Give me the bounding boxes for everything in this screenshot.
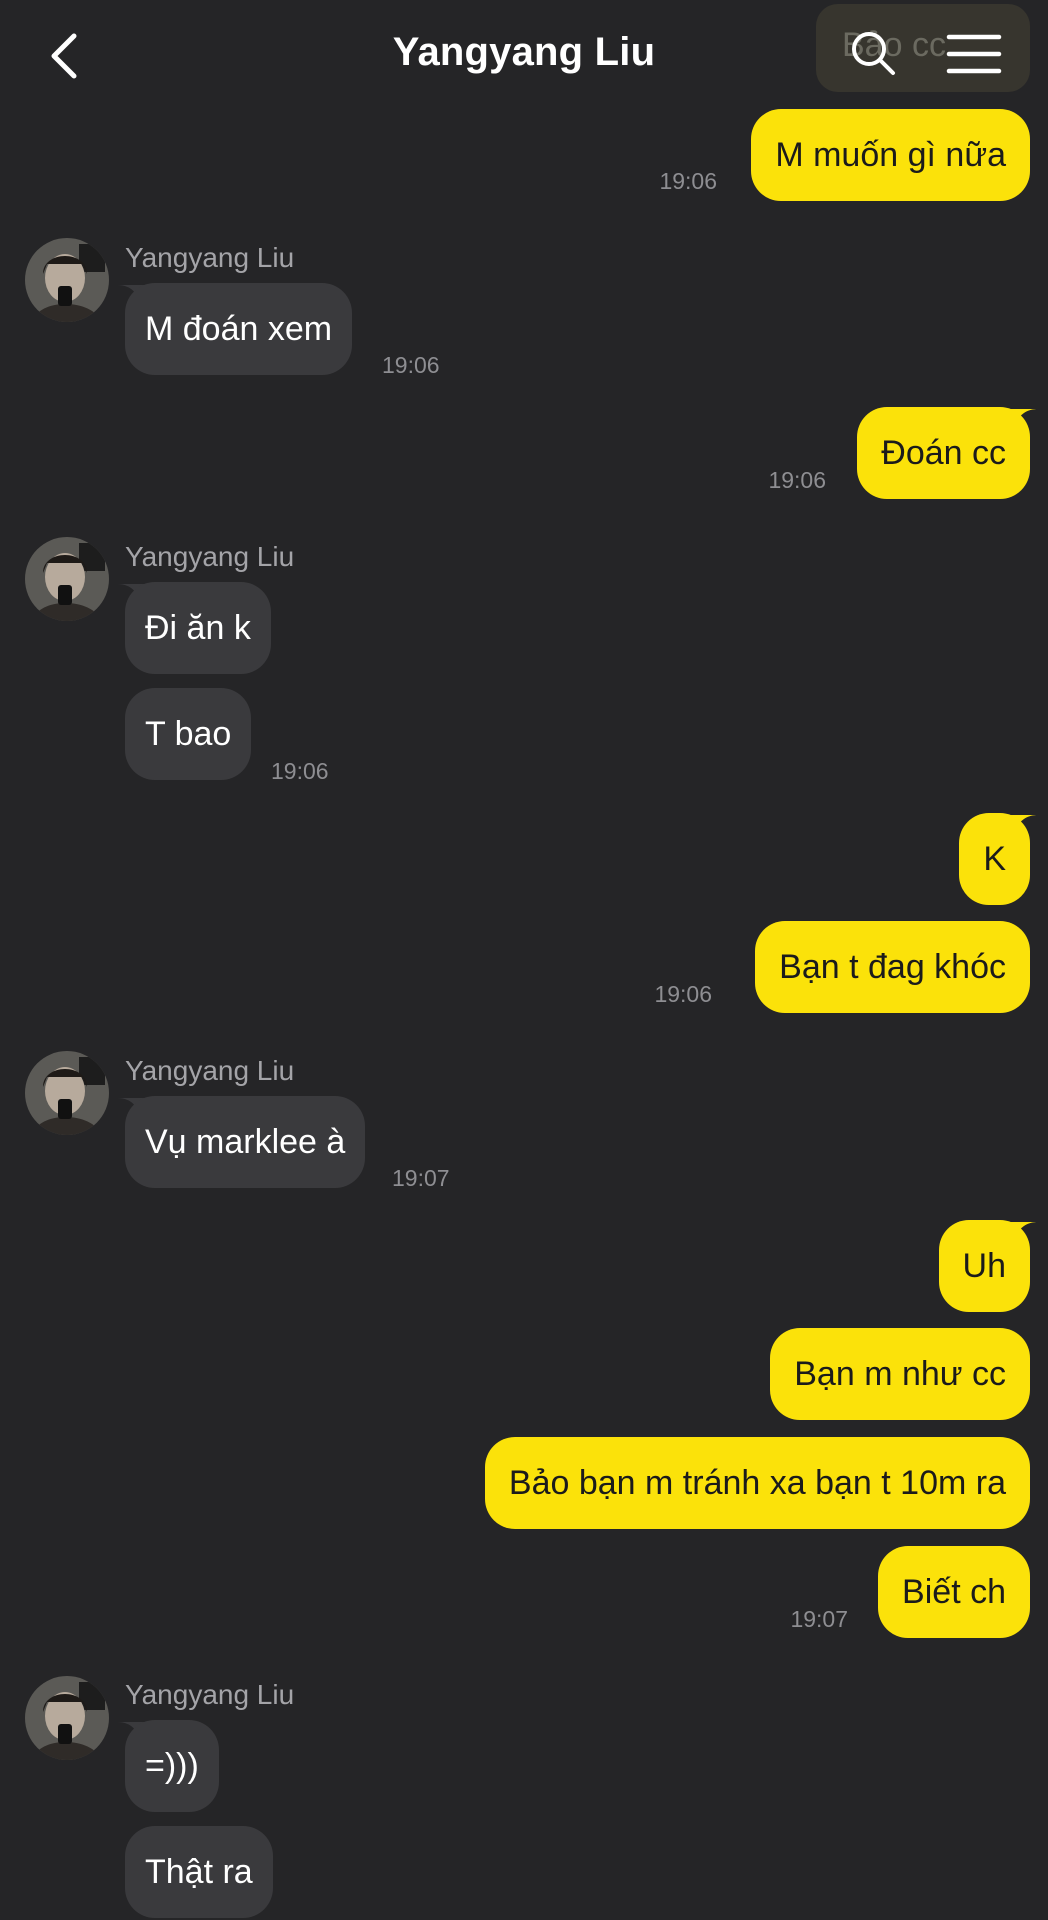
message-timestamp: 19:06 [654,981,712,1007]
my-message-bubble[interactable]: Đoán cc [857,407,1030,499]
contact-message-bubble[interactable]: Vụ marklee à [125,1096,366,1188]
sender-name: Yangyang Liu [125,1055,295,1086]
my-message-bubble[interactable]: Uh [938,1220,1030,1312]
contact-message-bubble[interactable]: T bao [125,688,252,780]
sender-name: Yangyang Liu [125,1679,295,1710]
contact-avatar[interactable] [25,238,109,322]
sender-name: Yangyang Liu [125,541,295,572]
message-timestamp: 19:06 [382,352,440,378]
menu-button[interactable] [946,32,1002,76]
my-message-bubble[interactable]: K [959,813,1030,905]
contact-message-bubble[interactable]: Đi ăn k [125,582,271,674]
message-timestamp: 19:06 [768,467,826,493]
contact-message-bubble[interactable]: Thật ra [125,1826,273,1918]
avatar-photo [25,1051,109,1135]
my-message-bubble[interactable]: Bạn m như cc [770,1328,1030,1420]
avatar-photo [25,537,109,621]
contact-message-bubble[interactable]: M đoán xem [125,283,353,375]
avatar-photo [25,1676,109,1760]
contact-avatar[interactable] [25,537,109,621]
menu-icon [946,34,1002,74]
my-message-bubble[interactable]: Biết ch [878,1546,1030,1638]
search-icon [852,32,895,75]
my-message-bubble[interactable]: Bạn t đag khóc [755,921,1030,1013]
message-timestamp: 19:07 [790,1606,848,1632]
message-timestamp: 19:06 [271,758,329,784]
contact-avatar[interactable] [25,1051,109,1135]
sender-name: Yangyang Liu [125,242,295,273]
search-button[interactable] [848,28,898,78]
message-timestamp: 19:07 [392,1165,450,1191]
contact-avatar[interactable] [25,1676,109,1760]
contact-message-bubble[interactable]: =))) [125,1720,219,1812]
my-message-bubble[interactable]: Bảo bạn m tránh xa bạn t 10m ra [484,1437,1030,1529]
chat-header: Bảo cc Yangyang Liu [0,0,1048,108]
message-timestamp: 19:06 [659,168,717,194]
avatar-photo [25,238,109,322]
my-message-bubble[interactable]: M muốn gì nữa [751,109,1030,201]
